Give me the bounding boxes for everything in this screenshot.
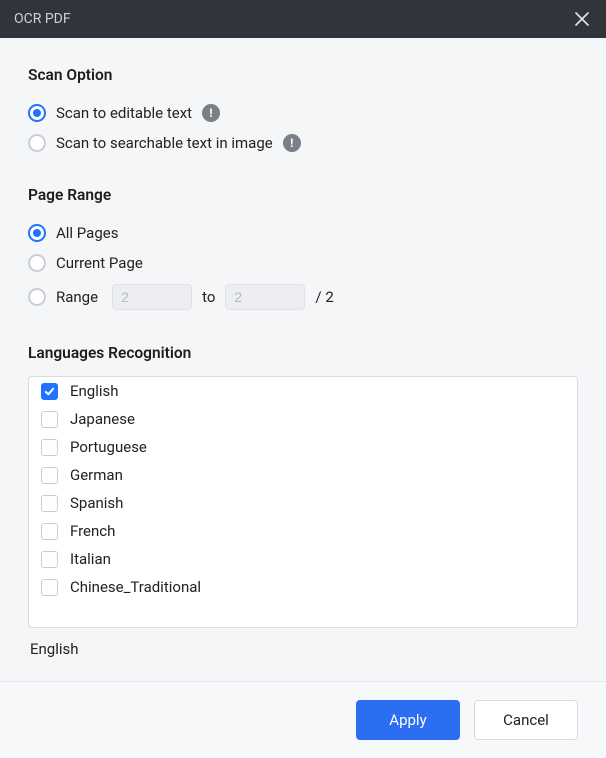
checkbox-german[interactable] (41, 467, 58, 484)
selected-languages-summary: English (28, 628, 578, 658)
checkbox-french[interactable] (41, 523, 58, 540)
radio-scan-editable[interactable] (28, 104, 46, 122)
radio-all-pages[interactable] (28, 224, 46, 242)
range-from-input[interactable] (112, 284, 192, 310)
apply-button[interactable]: Apply (356, 700, 460, 740)
modal-title: OCR PDF (14, 11, 71, 27)
checkbox-portuguese[interactable] (41, 439, 58, 456)
checkbox-english[interactable] (41, 383, 58, 400)
lang-label: Portuguese (70, 438, 147, 456)
page-range-all[interactable]: All Pages (28, 218, 578, 248)
list-item[interactable]: French (29, 517, 577, 545)
list-item[interactable]: Chinese_Traditional (29, 573, 577, 601)
lang-label: German (70, 466, 123, 484)
check-icon (44, 386, 55, 397)
lang-label: Chinese_Traditional (70, 578, 201, 596)
list-item[interactable]: German (29, 461, 577, 489)
scan-option-searchable[interactable]: Scan to searchable text in image ! (28, 128, 578, 158)
range-label: Range (56, 288, 98, 306)
all-pages-label: All Pages (56, 224, 118, 242)
list-item[interactable]: Italian (29, 545, 577, 573)
titlebar: OCR PDF (0, 0, 606, 38)
languages-list[interactable]: English Japanese Portuguese German Spani… (28, 376, 578, 628)
lang-label: Italian (70, 550, 111, 568)
dialog-footer: Apply Cancel (0, 681, 606, 758)
lang-label: Japanese (70, 410, 135, 428)
radio-range[interactable] (28, 288, 46, 306)
lang-label: English (70, 382, 119, 400)
range-total-label: / 2 (315, 288, 333, 306)
info-icon[interactable]: ! (283, 134, 301, 152)
list-item[interactable]: Japanese (29, 405, 577, 433)
scan-searchable-label: Scan to searchable text in image (56, 134, 273, 152)
lang-label: French (70, 522, 115, 540)
scan-option-heading: Scan Option (28, 66, 578, 84)
lang-label: Spanish (70, 494, 123, 512)
radio-current-page[interactable] (28, 254, 46, 272)
range-to-label: to (202, 288, 215, 306)
radio-scan-searchable[interactable] (28, 134, 46, 152)
close-button[interactable] (572, 9, 592, 29)
current-page-label: Current Page (56, 254, 143, 272)
page-range-custom[interactable]: Range to / 2 (28, 278, 578, 316)
list-item[interactable]: Portuguese (29, 433, 577, 461)
checkbox-italian[interactable] (41, 551, 58, 568)
languages-heading: Languages Recognition (28, 344, 578, 362)
close-icon (575, 12, 589, 26)
checkbox-japanese[interactable] (41, 411, 58, 428)
list-item[interactable]: Spanish (29, 489, 577, 517)
scan-option-editable[interactable]: Scan to editable text ! (28, 98, 578, 128)
range-to-input[interactable] (225, 284, 305, 310)
page-range-current[interactable]: Current Page (28, 248, 578, 278)
scan-editable-label: Scan to editable text (56, 104, 192, 122)
info-icon[interactable]: ! (202, 104, 220, 122)
checkbox-spanish[interactable] (41, 495, 58, 512)
checkbox-chinese-traditional[interactable] (41, 579, 58, 596)
list-item[interactable]: English (29, 377, 577, 405)
page-range-heading: Page Range (28, 186, 578, 204)
cancel-button[interactable]: Cancel (474, 700, 578, 740)
